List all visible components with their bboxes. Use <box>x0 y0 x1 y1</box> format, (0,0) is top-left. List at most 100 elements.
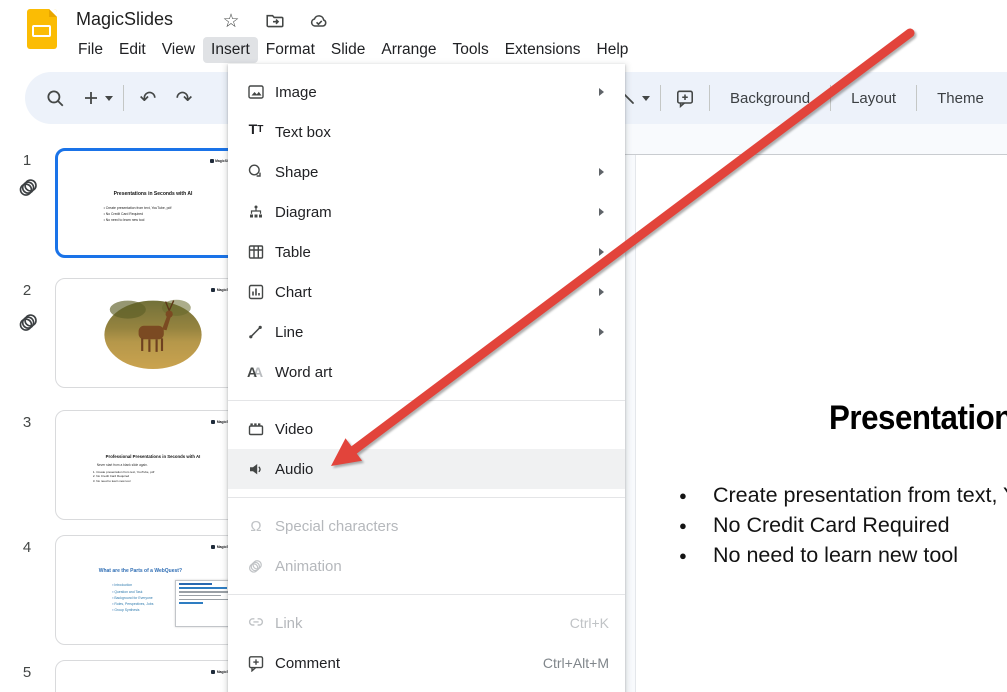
slide-thumbnail-1[interactable]: MagicSlides Presentations in Seconds wit… <box>55 148 251 258</box>
theme-button[interactable]: Theme <box>923 90 998 107</box>
shortcut-label: Ctrl+Alt+M <box>542 655 609 671</box>
insert-menu-item-link: Link Ctrl+K <box>228 603 625 643</box>
menu-format[interactable]: Format <box>258 37 323 63</box>
menu-help[interactable]: Help <box>589 37 637 63</box>
submenu-arrow-icon <box>599 88 604 96</box>
insert-menu-item-word-art[interactable]: Word art <box>228 352 625 392</box>
text-box-icon <box>246 122 266 142</box>
audio-speaker-icon <box>246 459 266 479</box>
line-tool-caret-icon[interactable] <box>642 95 650 101</box>
redo-button[interactable] <box>166 80 202 116</box>
thumb-title: What are the Parts of a WebQuest? <box>98 568 183 575</box>
insert-menu-item-chart[interactable]: Chart <box>228 272 625 312</box>
slide-canvas: Presentations in Seconds with AI Create … <box>625 124 1007 692</box>
slide-bullet-text[interactable]: No need to learn new tool <box>679 543 958 568</box>
move-to-folder-icon[interactable] <box>264 10 286 32</box>
insert-menu-item-audio[interactable]: Audio <box>228 449 625 489</box>
thumb-bullet: Background for Everyone <box>112 595 153 601</box>
insert-menu-item-comment[interactable]: Comment Ctrl+Alt+M <box>228 643 625 683</box>
document-title[interactable]: MagicSlides <box>76 9 173 30</box>
undo-button[interactable] <box>130 80 166 116</box>
slide-filmstrip: 1 MagicSlides Presentations in Seconds w… <box>0 126 251 692</box>
slide-thumbnail-4[interactable]: MagicSlides What are the Parts of a WebQ… <box>55 535 251 645</box>
submenu-arrow-icon <box>599 168 604 176</box>
insert-menu-item-video[interactable]: Video <box>228 409 625 449</box>
menu-insert[interactable]: Insert <box>203 37 258 63</box>
menu-separator <box>228 594 625 595</box>
menu-slide[interactable]: Slide <box>323 37 373 63</box>
search-icon[interactable] <box>37 80 73 116</box>
slide-animation-indicator-icon[interactable] <box>17 175 41 199</box>
slide-title-text[interactable]: Presentations in Seconds with AI <box>829 399 1007 438</box>
slide-bullet-text[interactable]: No Credit Card Required <box>679 513 950 538</box>
layout-button[interactable]: Layout <box>837 90 910 107</box>
header: MagicSlides File Edit View Insert Format <box>0 0 1007 64</box>
google-slides-app: MagicSlides File Edit View Insert Format <box>0 0 1007 692</box>
zoom-caret-icon[interactable] <box>105 95 113 101</box>
insert-menu-popup: Image Text box Shape <box>228 64 625 692</box>
thumb-bullets: Introduction Question and Task Backgroun… <box>112 582 153 613</box>
menu-tools[interactable]: Tools <box>445 37 497 63</box>
video-icon <box>246 419 266 439</box>
slide-page[interactable]: Presentations in Seconds with AI Create … <box>635 155 1007 692</box>
menu-edit[interactable]: Edit <box>111 37 154 63</box>
toolbar-divider <box>123 85 124 111</box>
cloud-saved-icon[interactable] <box>308 10 330 32</box>
thumb-bullet: Group Synthesis <box>112 607 153 613</box>
slide-number: 1 <box>22 152 32 169</box>
add-comment-icon[interactable] <box>667 80 703 116</box>
word-art-icon <box>246 363 266 381</box>
submenu-arrow-icon <box>599 208 604 216</box>
deer-photo-ellipse <box>104 299 202 369</box>
chart-icon <box>246 282 266 302</box>
toolbar-left <box>37 72 202 124</box>
thumb-title: Presentations in Seconds with AI <box>113 190 193 197</box>
zoom-add-icon[interactable] <box>73 80 109 116</box>
insert-menu-item-table[interactable]: Table <box>228 232 625 272</box>
menu-file[interactable]: File <box>70 37 111 63</box>
slide-number: 2 <box>22 282 32 299</box>
toolbar-divider <box>916 85 918 111</box>
shape-icon <box>246 162 266 182</box>
link-icon <box>246 613 266 633</box>
thumb-title: Professional Presentations in Seconds wi… <box>105 454 201 460</box>
slides-logo-icon[interactable] <box>27 9 57 49</box>
special-characters-icon <box>246 516 266 536</box>
table-icon <box>246 242 266 262</box>
slide-thumbnail-3[interactable]: MagicSlides Professional Presentations i… <box>55 410 251 520</box>
insert-menu-item-text-box[interactable]: Text box <box>228 112 625 152</box>
slide-thumbnail-5[interactable]: MagicSlides <box>55 660 251 692</box>
toolbar-divider <box>709 85 710 111</box>
menu-arrange[interactable]: Arrange <box>373 37 444 63</box>
slide-animation-indicator-icon[interactable] <box>17 310 41 334</box>
menu-separator <box>228 497 625 498</box>
slide-thumbnail-2[interactable]: MagicSlides <box>55 278 251 388</box>
slide-number: 3 <box>22 414 32 431</box>
thumb-subtitle: Never start from a blank slide again. <box>96 463 148 468</box>
submenu-arrow-icon <box>599 328 604 336</box>
insert-menu-item-image[interactable]: Image <box>228 72 625 112</box>
star-icon[interactable] <box>220 10 242 32</box>
insert-menu-item-line[interactable]: Line <box>228 312 625 352</box>
insert-menu-item-shape[interactable]: Shape <box>228 152 625 192</box>
thumb-numbered-list: 1. Create presentation from text, YouTub… <box>93 470 154 483</box>
slide-bullet-text[interactable]: Create presentation from text, YouTube, … <box>679 483 1007 508</box>
insert-menu-item-animation: Animation <box>228 546 625 586</box>
toolbar-right: Background Layout Theme <box>610 72 998 124</box>
menu-separator <box>228 400 625 401</box>
thumb-bullets: Create presentation from text, YouTube, … <box>104 206 172 223</box>
image-icon <box>246 82 266 102</box>
title-actions <box>220 10 330 32</box>
comment-icon <box>246 653 266 673</box>
insert-menu-item-diagram[interactable]: Diagram <box>228 192 625 232</box>
insert-menu-item-special-characters: Special characters <box>228 506 625 546</box>
canvas-top-band <box>625 124 1007 155</box>
submenu-arrow-icon <box>599 248 604 256</box>
submenu-arrow-icon <box>599 288 604 296</box>
background-button[interactable]: Background <box>716 90 824 107</box>
animation-icon <box>246 556 266 576</box>
menu-extensions[interactable]: Extensions <box>497 37 589 63</box>
menu-view[interactable]: View <box>154 37 203 63</box>
slide-number: 5 <box>22 664 32 681</box>
slide-number: 4 <box>22 539 32 556</box>
